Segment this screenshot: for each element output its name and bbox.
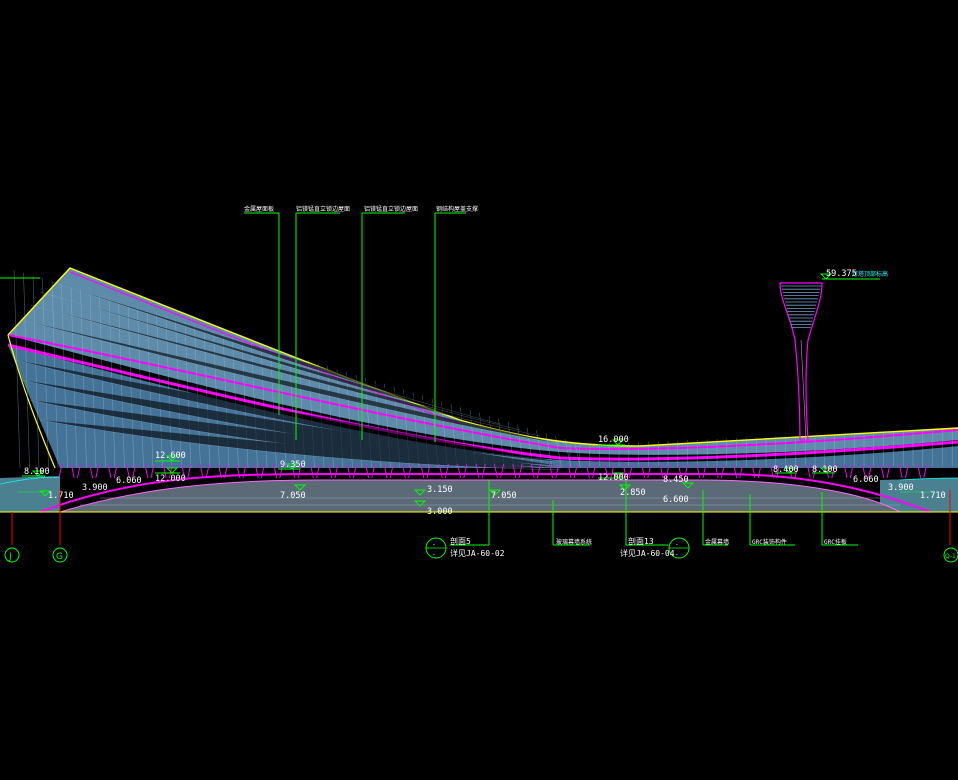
roof-material-labels: 金属屋面板 铝镁锰直立锁边屋面 铝镁锰直立锁边屋面 钢结构屋盖支撑 bbox=[244, 205, 478, 213]
light-tower bbox=[779, 282, 823, 441]
grid-label-right: Q-1 bbox=[945, 553, 956, 560]
svg-text:-: - bbox=[432, 541, 436, 548]
callout-mid-lower: 详见JA-60-04 bbox=[620, 548, 675, 558]
elevation-12000-mid: 12.000 bbox=[598, 473, 629, 483]
detail-callout-left: - - 剖面5 详见JA-60-02 bbox=[425, 536, 505, 559]
grandstand-roof bbox=[7, 267, 958, 479]
elevation-9350: 9.350 bbox=[280, 460, 306, 470]
elevation-3900-right: 3.900 bbox=[888, 483, 914, 493]
elevation-7050: 7.050 bbox=[280, 491, 306, 501]
svg-text:-: - bbox=[675, 551, 679, 558]
svg-text:-: - bbox=[675, 541, 679, 548]
elevation-6600: 6.600 bbox=[663, 495, 689, 505]
callout-left-upper: 剖面5 bbox=[450, 536, 471, 546]
detail-callout-mid: - - 剖面13 详见JA-60-04 bbox=[620, 536, 690, 559]
elevation-16000: 16.000 bbox=[598, 435, 629, 445]
elevation-drawing: 8.100 12.600 12.000 6.060 3.900 1.710 9.… bbox=[0, 205, 958, 563]
note-2: 金属幕墙 bbox=[705, 538, 729, 546]
label-roof-4: 钢结构屋盖支撑 bbox=[436, 205, 478, 213]
elevation-3000: 3.000 bbox=[427, 507, 453, 517]
label-roof-1: 金属屋面板 bbox=[244, 205, 274, 213]
material-notes: 玻璃幕墙系统 金属幕墙 GRC装饰构件 GRC挂板 bbox=[556, 538, 847, 546]
svg-text:-: - bbox=[432, 551, 436, 558]
elevation-3900-left: 3.900 bbox=[82, 483, 108, 493]
elevation-12600: 12.600 bbox=[155, 451, 186, 461]
note-4: GRC挂板 bbox=[824, 538, 847, 546]
note-3: GRC装饰构件 bbox=[752, 538, 787, 546]
grid-bubble-j bbox=[4, 547, 20, 563]
elevation-8100-right: 8.100 bbox=[812, 465, 838, 475]
elevation-8450: 8.450 bbox=[663, 475, 689, 485]
callout-left-lower: 详见JA-60-02 bbox=[450, 548, 505, 558]
elevation-8400: 8.400 bbox=[773, 465, 799, 475]
grid-label-g: G bbox=[56, 552, 63, 562]
label-roof-2: 铝镁锰直立锁边屋面 bbox=[296, 205, 350, 213]
elevation-12000-left: 12.000 bbox=[155, 474, 186, 484]
elevation-3150: 3.150 bbox=[427, 485, 453, 495]
elevation-8100-left: 8.100 bbox=[24, 467, 50, 477]
elevation-7050-b: 7.050 bbox=[491, 491, 517, 501]
elevation-6060-left: 6.060 bbox=[116, 476, 142, 486]
podium-band bbox=[0, 473, 958, 513]
callout-mid-upper: 剖面13 bbox=[628, 536, 654, 546]
grid-label-j: J bbox=[8, 552, 12, 562]
elevation-1710-left: 1.710 bbox=[48, 491, 74, 501]
elevation-2850: 2.850 bbox=[620, 488, 646, 498]
note-1: 玻璃幕墙系统 bbox=[556, 538, 592, 546]
label-roof-3: 铝镁锰直立锁边屋面 bbox=[364, 205, 418, 213]
elevation-1710-right: 1.710 bbox=[920, 491, 946, 501]
tower-label: 灯塔顶部标高 bbox=[852, 270, 888, 278]
elevation-6060-right: 6.060 bbox=[853, 475, 879, 485]
